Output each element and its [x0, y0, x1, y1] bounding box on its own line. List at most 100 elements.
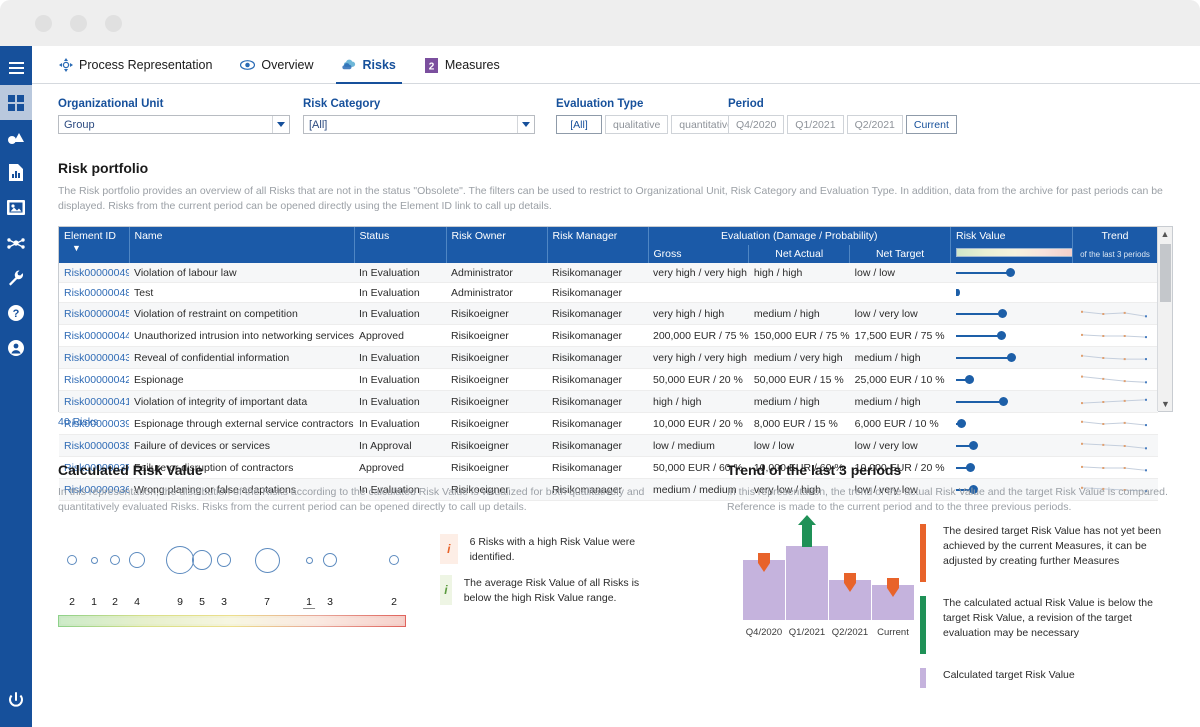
cell-name: Unauthorized intrusion into networking s… [129, 325, 354, 347]
risk-value-bar [956, 335, 999, 337]
table-row[interactable]: Risk00000048TestIn EvaluationAdministrat… [59, 283, 1158, 303]
tab-measures[interactable]: 2 Measures [410, 46, 514, 84]
table-row[interactable]: Risk00000045Violation of restraint on co… [59, 303, 1158, 325]
period-q1-2021[interactable]: Q1/2021 [787, 115, 843, 134]
organizational-unit-select[interactable]: Group [58, 115, 290, 134]
col-risk-owner[interactable]: Risk Owner [446, 227, 547, 263]
sidebar-item-cards[interactable] [0, 190, 32, 225]
period-current[interactable]: Current [906, 115, 957, 134]
table-row[interactable]: Risk00000049Violation of labour lawIn Ev… [59, 263, 1158, 283]
evaluation-type-all[interactable]: [All] [556, 115, 602, 134]
risk-category-select[interactable]: [All] [303, 115, 535, 134]
cell-element-id[interactable]: Risk00000042 [59, 369, 129, 391]
scroll-down-icon[interactable]: ▼ [1158, 397, 1173, 411]
risk-bubble[interactable] [110, 555, 120, 565]
table-row[interactable]: Risk00000041Violation of integrity of im… [59, 391, 1158, 413]
sidebar-item-tools[interactable] [0, 260, 32, 295]
risk-bubble-count[interactable]: 5 [199, 596, 205, 608]
table-row[interactable]: Risk00000037Failure or disruption of con… [59, 457, 1158, 479]
evaluation-type-qualitative[interactable]: qualitative [605, 115, 668, 134]
table-row[interactable]: Risk00000043Reveal of confidential infor… [59, 347, 1158, 369]
wrench-icon [8, 270, 24, 286]
risk-bubble[interactable] [67, 555, 77, 565]
element-id-link[interactable]: Risk00000045 [64, 308, 129, 320]
risk-bubble-count[interactable]: 2 [69, 596, 75, 608]
cell-element-id[interactable]: Risk00000048 [59, 283, 129, 303]
hamburger-icon [9, 62, 24, 74]
element-id-link[interactable]: Risk00000038 [64, 440, 129, 452]
element-id-link[interactable]: Risk00000044 [64, 330, 129, 342]
element-id-link[interactable]: Risk00000048 [64, 287, 129, 299]
col-risk-value[interactable]: Risk Value [951, 227, 1073, 245]
risk-bubble-count[interactable]: 9 [177, 596, 183, 608]
risk-bubble[interactable] [129, 552, 145, 568]
close-button[interactable] [35, 15, 52, 32]
col-status[interactable]: Status [354, 227, 446, 263]
chevron-down-icon[interactable] [272, 116, 289, 133]
table-row-count[interactable]: 40 Risks [58, 416, 98, 428]
sidebar-item-account[interactable] [0, 330, 32, 365]
risk-bubble[interactable] [217, 553, 231, 567]
tab-overview[interactable]: Overview [226, 46, 327, 84]
filter-bar: Organizational Unit Group Risk Category … [58, 98, 1188, 144]
risk-bubble-count[interactable]: 7 [264, 596, 270, 608]
element-id-link[interactable]: Risk00000042 [64, 374, 129, 386]
col-name[interactable]: Name [129, 227, 354, 263]
sidebar-item-logout[interactable] [0, 682, 32, 717]
cell-element-id[interactable]: Risk00000045 [59, 303, 129, 325]
risk-bubble[interactable] [306, 557, 313, 564]
risk-bubble[interactable] [91, 557, 98, 564]
chevron-down-icon[interactable] [517, 116, 534, 133]
period-q4-2020[interactable]: Q4/2020 [728, 115, 784, 134]
sparkline [1078, 416, 1150, 431]
col-net-actual[interactable]: Net Actual [749, 245, 850, 263]
col-net-target[interactable]: Net Target [850, 245, 951, 263]
element-id-link[interactable]: Risk00000043 [64, 352, 129, 364]
risk-bubble[interactable] [389, 555, 399, 565]
trend-bar[interactable] [786, 546, 828, 620]
risk-bubble[interactable] [166, 546, 194, 574]
risk-bubble[interactable] [192, 550, 212, 570]
table-row[interactable]: Risk00000044Unauthorized intrusion into … [59, 325, 1158, 347]
risk-bubble-count[interactable]: 1 [91, 596, 97, 608]
scroll-up-icon[interactable]: ▲ [1158, 227, 1172, 241]
element-id-link[interactable]: Risk00000049 [64, 267, 129, 279]
element-id-link[interactable]: Risk00000041 [64, 396, 129, 408]
network-icon [7, 235, 25, 251]
cell-element-id[interactable]: Risk00000044 [59, 325, 129, 347]
col-risk-manager[interactable]: Risk Manager [547, 227, 648, 263]
tab-risks[interactable]: Risks [328, 46, 410, 84]
table-row[interactable]: Risk00000042EspionageIn EvaluationRisiko… [59, 369, 1158, 391]
minimize-button[interactable] [70, 15, 87, 32]
tab-process-representation[interactable]: Process Representation [44, 46, 226, 84]
risk-bubble-count[interactable]: 2 [112, 596, 118, 608]
col-element-id[interactable]: Element ID▼ [59, 227, 129, 263]
risk-bubble[interactable] [255, 548, 280, 573]
cell-element-id[interactable]: Risk00000038 [59, 435, 129, 457]
table-scrollbar[interactable]: ▲ ▼ [1157, 227, 1172, 411]
sidebar-item-help[interactable]: ? [0, 295, 32, 330]
sidebar-item-reports[interactable] [0, 155, 32, 190]
risk-bubble[interactable] [323, 553, 337, 567]
risk-bubble-count[interactable]: 3 [221, 596, 227, 608]
col-gross[interactable]: Gross [648, 245, 749, 263]
risk-value-knob [969, 441, 978, 450]
period-q2-2021[interactable]: Q2/2021 [847, 115, 903, 134]
cell-element-id[interactable]: Risk00000043 [59, 347, 129, 369]
maximize-button[interactable] [105, 15, 122, 32]
sidebar-item-objects[interactable] [0, 120, 32, 155]
risk-bubble-count[interactable]: 2 [391, 596, 397, 608]
sidebar-item-network[interactable] [0, 225, 32, 260]
scrollbar-thumb[interactable] [1160, 244, 1171, 302]
col-trend[interactable]: Trend [1073, 227, 1158, 245]
risk-bubble-count[interactable]: 3 [327, 596, 333, 608]
risk-bubble-count[interactable]: 1 [303, 596, 315, 609]
sidebar-item-dashboard[interactable] [0, 85, 32, 120]
sidebar-item-menu[interactable] [0, 50, 32, 85]
table-row[interactable]: Risk00000038Failure of devices or servic… [59, 435, 1158, 457]
cell-element-id[interactable]: Risk00000049 [59, 263, 129, 283]
risk-bubble-count[interactable]: 4 [134, 596, 140, 608]
cell-gross: high / high [648, 391, 749, 413]
table-row[interactable]: Risk00000039Espionage through external s… [59, 413, 1158, 435]
cell-element-id[interactable]: Risk00000041 [59, 391, 129, 413]
